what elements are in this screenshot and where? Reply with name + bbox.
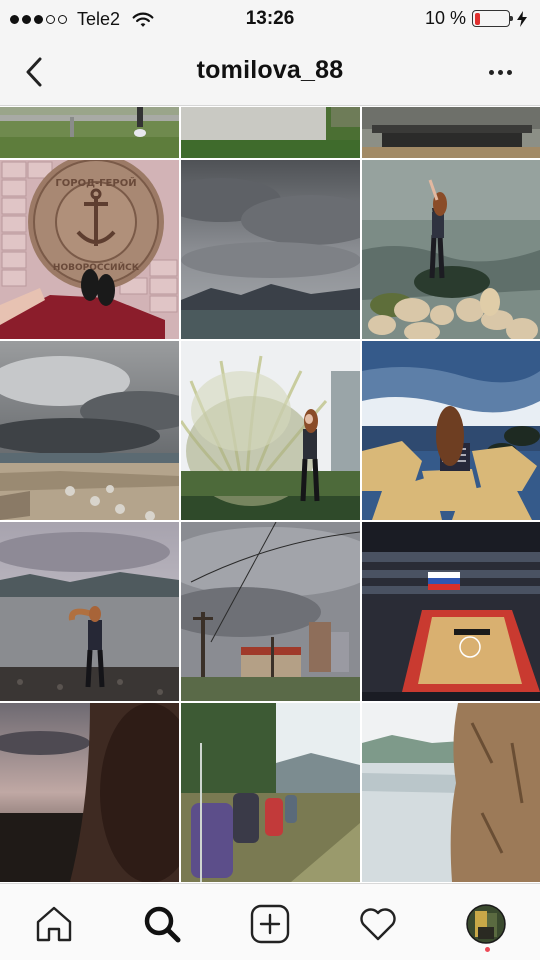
photo-manhole-cover[interactable]: ГОРОД-ГЕРОЙ НОВОРОССИЙСК — [0, 160, 179, 339]
notification-dot — [485, 947, 490, 952]
battery-icon — [472, 10, 513, 27]
photo-dark-selfie[interactable] — [0, 703, 179, 882]
photo-lake-cliff[interactable] — [362, 703, 540, 882]
profile-username-title: tomilova_88 — [196, 56, 344, 84]
profile-avatar — [466, 904, 506, 944]
search-icon — [144, 906, 181, 943]
photo-stormy-sky-sea[interactable] — [181, 160, 360, 339]
photo-girl-on-beach[interactable] — [0, 522, 179, 701]
nav-bar: tomilova_88 — [0, 38, 540, 106]
photo-girl-on-rock[interactable] — [362, 160, 540, 339]
photo-pampas-grass[interactable] — [181, 341, 360, 520]
photo-top-partial-1[interactable] — [0, 107, 179, 158]
status-right: 10 % — [425, 8, 528, 29]
battery-percent: 10 % — [424, 8, 466, 28]
tab-activity[interactable] — [356, 902, 400, 946]
svg-text:НОВОРОССИЙСК: НОВОРОССИЙСК — [53, 261, 140, 273]
photo-embankment-clouds[interactable] — [0, 341, 179, 520]
heart-icon — [360, 908, 396, 941]
tab-profile[interactable] — [464, 902, 508, 946]
photo-grid: ГОРОД-ГЕРОЙ НОВОРОССИЙСК — [0, 107, 540, 882]
svg-text:ГОРОД-ГЕРОЙ: ГОРОД-ГЕРОЙ — [55, 176, 136, 189]
status-bar: Tele2 13:26 10 % — [0, 0, 540, 38]
tab-bar — [0, 883, 540, 960]
photo-top-partial-3[interactable] — [362, 107, 540, 158]
photo-power-lines[interactable] — [181, 522, 360, 701]
plus-square-icon — [250, 904, 290, 944]
tab-search[interactable] — [140, 902, 184, 946]
photo-hikers[interactable] — [181, 703, 360, 882]
photo-basketball-arena[interactable] — [362, 522, 540, 701]
home-icon — [36, 906, 72, 942]
tab-new-post[interactable] — [248, 902, 292, 946]
tab-home[interactable] — [32, 902, 76, 946]
photo-top-partial-2[interactable] — [181, 107, 360, 158]
charging-icon — [517, 10, 527, 27]
more-horizontal-icon — [488, 69, 494, 75]
more-options-button[interactable] — [484, 60, 516, 84]
photo-girl-sitting-rocks[interactable] — [362, 341, 540, 520]
